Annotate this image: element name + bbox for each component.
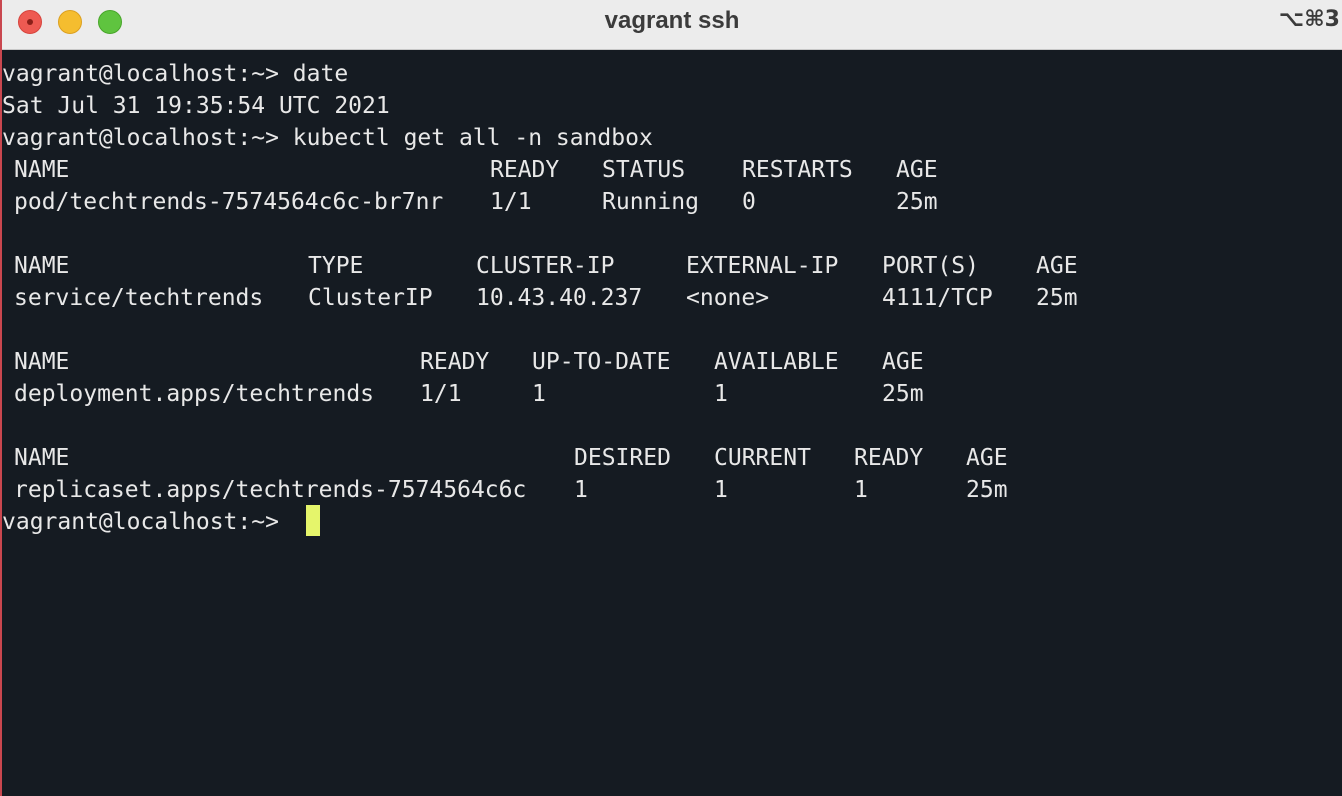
services-header-ports: PORT(S) (882, 253, 979, 279)
pod-status: Running (602, 189, 699, 215)
pod-age: 25m (896, 189, 938, 215)
deployment-name: deployment.apps/techtrends (14, 381, 375, 407)
services-header-type: TYPE (308, 253, 364, 279)
replicaset-age: 25m (966, 477, 1008, 503)
deployment-available: 1 (714, 381, 728, 407)
pod-restarts: 0 (742, 189, 756, 215)
replicasets-header-desired: DESIRED (574, 445, 671, 471)
deployments-header-ready: READY (420, 349, 490, 375)
pods-header-ready: READY (490, 157, 560, 183)
pods-header-name: NAME (14, 157, 70, 183)
replicasets-header: NAME DESIRED CURRENT READY AGE (2, 442, 1342, 474)
services-header-age: AGE (1036, 253, 1078, 279)
deployment-ready: 1/1 (420, 381, 462, 407)
deployments-header-age: AGE (882, 349, 924, 375)
pod-name: pod/techtrends-7574564c6c-br7nr (14, 189, 444, 215)
terminal-cursor[interactable] (306, 505, 320, 536)
services-header: NAME TYPE CLUSTER-IP EXTERNAL-IP PORT(S)… (2, 250, 1342, 282)
deployments-header-available: AVAILABLE (714, 349, 839, 375)
replicaset-current: 1 (714, 477, 728, 503)
replicaset-desired: 1 (574, 477, 588, 503)
deployments-header-name: NAME (14, 349, 70, 375)
window-shortcut-label: ⌥⌘3 (1278, 7, 1340, 32)
window-title: vagrant ssh (604, 7, 740, 34)
replicasets-header-ready: READY (854, 445, 924, 471)
replicasets-header-name: NAME (14, 445, 70, 471)
pod-row: pod/techtrends-7574564c6c-br7nr 1/1 Runn… (2, 186, 1342, 218)
services-header-cluster-ip: CLUSTER-IP (476, 253, 615, 279)
replicasets-header-age: AGE (966, 445, 1008, 471)
deployments-header-up-to-date: UP-TO-DATE (532, 349, 671, 375)
service-cluster-ip: 10.43.40.237 (476, 285, 643, 311)
pod-ready: 1/1 (490, 189, 532, 215)
final-prompt: vagrant@localhost:~> (2, 509, 293, 535)
service-type: ClusterIP (308, 285, 433, 311)
replicaset-row: replicaset.apps/techtrends-7574564c6c 1 … (2, 474, 1342, 506)
deployment-row: deployment.apps/techtrends 1/1 1 1 25m (2, 378, 1342, 410)
title-bar[interactable]: vagrant ssh ⌥⌘3 (2, 0, 1342, 50)
date-output: Sat Jul 31 19:35:54 UTC 2021 (2, 93, 390, 119)
service-name: service/techtrends (14, 285, 264, 311)
pods-header-status: STATUS (602, 157, 686, 183)
services-header-name: NAME (14, 253, 70, 279)
service-row: service/techtrends ClusterIP 10.43.40.23… (2, 282, 1342, 314)
command-line-date: vagrant@localhost:~> date (2, 61, 349, 87)
replicaset-ready: 1 (854, 477, 868, 503)
service-ports: 4111/TCP (882, 285, 993, 311)
service-external-ip: <none> (686, 285, 770, 311)
terminal-window[interactable]: vagrant ssh ⌥⌘3 vagrant@localhost:~> dat… (2, 0, 1342, 796)
pods-header-age: AGE (896, 157, 938, 183)
services-header-external-ip: EXTERNAL-IP (686, 253, 839, 279)
pods-header: NAME READY STATUS RESTARTS AGE (2, 154, 1342, 186)
deployments-header: NAME READY UP-TO-DATE AVAILABLE AGE (2, 346, 1342, 378)
deployment-age: 25m (882, 381, 924, 407)
terminal-content[interactable]: vagrant@localhost:~> date Sat Jul 31 19:… (2, 58, 1342, 796)
deployment-up-to-date: 1 (532, 381, 546, 407)
service-age: 25m (1036, 285, 1078, 311)
command-line-kubectl: vagrant@localhost:~> kubectl get all -n … (2, 125, 653, 151)
replicasets-header-current: CURRENT (714, 445, 811, 471)
replicaset-name: replicaset.apps/techtrends-7574564c6c (14, 477, 527, 503)
pods-header-restarts: RESTARTS (742, 157, 853, 183)
